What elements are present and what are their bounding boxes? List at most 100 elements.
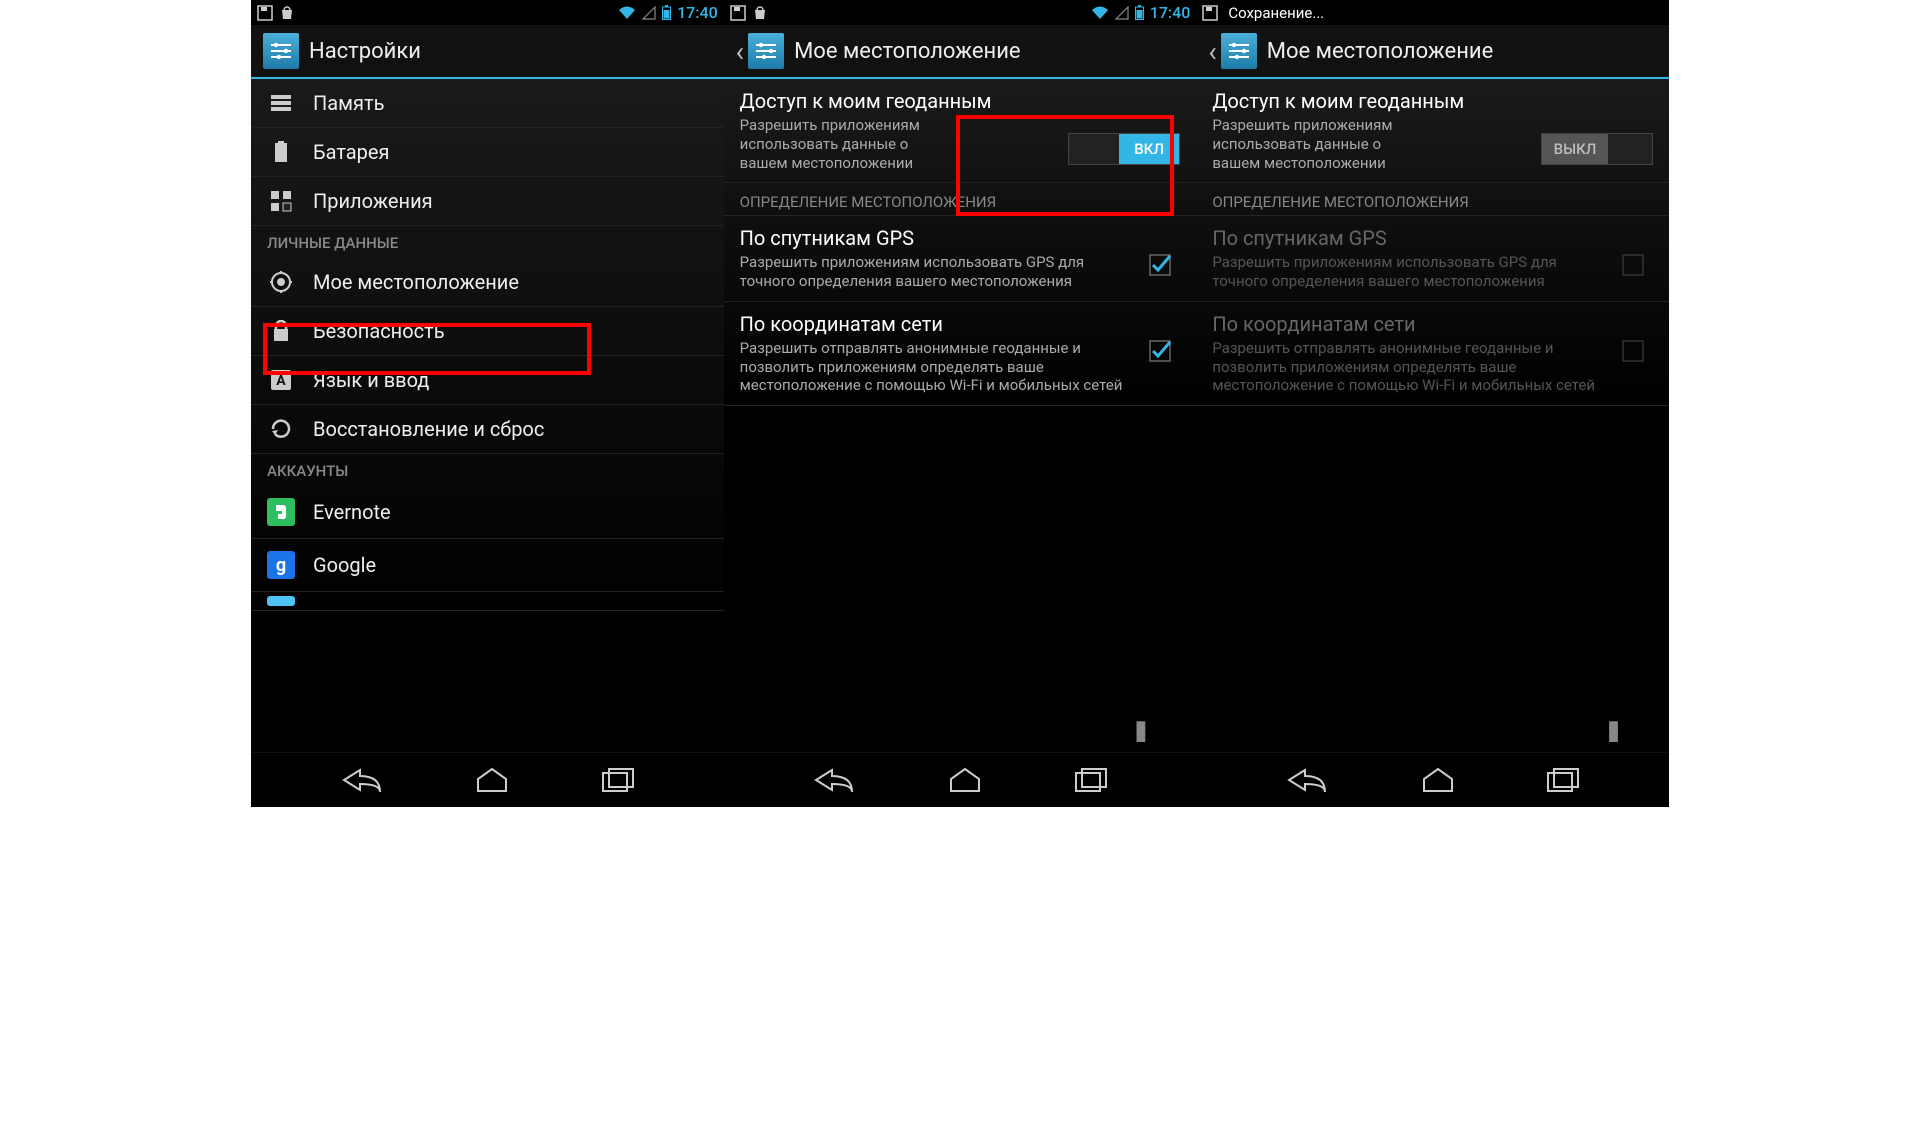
nav-home[interactable]: [472, 767, 512, 793]
setting-desc: Разрешить приложениям использовать данны…: [740, 116, 940, 172]
item-label: Google: [313, 553, 376, 577]
setting-title: По координатам сети: [740, 312, 1141, 337]
setting-desc: Разрешить приложениям использовать GPS д…: [740, 253, 1141, 291]
item-partial[interactable]: [251, 592, 724, 611]
save-icon: [730, 5, 746, 21]
app-bar: Настройки: [251, 25, 724, 79]
item-label: Evernote: [313, 500, 391, 524]
partial-icon: [267, 596, 295, 606]
location-access[interactable]: Доступ к моим геоданным Разрешить прилож…: [724, 79, 1197, 183]
location-icon: [267, 271, 295, 293]
status-clock: 17:40: [677, 3, 718, 22]
item-evernote[interactable]: Evernote: [251, 486, 724, 539]
backup-icon: [267, 418, 295, 440]
setting-title: Доступ к моим геоданным: [1212, 89, 1541, 114]
switch-label: ВЫКЛ: [1542, 134, 1608, 164]
status-clock: 17:40: [1150, 3, 1191, 22]
back-chevron-icon: ‹: [736, 35, 744, 68]
signal-icon: [642, 6, 656, 20]
back-chevron-icon: ‹: [1208, 35, 1216, 68]
setting-title: По спутникам GPS: [1212, 226, 1613, 251]
status-saving: Сохранение...: [1228, 4, 1324, 22]
nav-bar: [1196, 752, 1669, 807]
page-title: Мое местоположение: [1267, 39, 1494, 64]
location-settings: Доступ к моим геоданным Разрешить прилож…: [1196, 79, 1669, 406]
nav-bar: [724, 752, 1197, 807]
settings-icon: [263, 33, 299, 69]
setting-desc: Разрешить отправлять анонимные геоданные…: [1212, 339, 1613, 395]
wifi-icon: [1091, 6, 1109, 20]
overflow-menu-icon[interactable]: ■■■: [1608, 723, 1619, 741]
apps-icon: [267, 190, 295, 212]
network-setting[interactable]: По координатам сети Разрешить отправлять…: [724, 302, 1197, 406]
nav-home[interactable]: [945, 767, 985, 793]
setting-title: Доступ к моим геоданным: [740, 89, 1069, 114]
nav-bar: [251, 752, 724, 807]
app-bar[interactable]: ‹ Мое местоположение: [1196, 25, 1669, 79]
signal-icon: [1115, 6, 1129, 20]
action-bar: ■■■: [1196, 712, 1669, 752]
location-access[interactable]: Доступ к моим геоданным Разрешить прилож…: [1196, 79, 1669, 183]
location-switch[interactable]: ВЫКЛ: [1541, 133, 1653, 165]
battery-icon: [662, 5, 671, 20]
item-backup[interactable]: Восстановление и сброс: [251, 405, 724, 454]
phone-screen-location-on: 17:40 ‹ Мое местоположение Доступ к моим…: [724, 0, 1197, 807]
checkbox-checked-icon[interactable]: [1149, 340, 1171, 362]
battery-icon: [1135, 5, 1144, 20]
lock-icon: [267, 320, 295, 342]
item-battery[interactable]: Батарея: [251, 128, 724, 177]
wifi-icon: [618, 6, 636, 20]
nav-back[interactable]: [1285, 766, 1329, 794]
item-storage[interactable]: Память: [251, 79, 724, 128]
page-title: Настройки: [309, 39, 421, 64]
storage-icon: [267, 94, 295, 112]
status-bar: Сохранение...: [1196, 0, 1669, 25]
svg-text:A: A: [276, 373, 286, 389]
nav-home[interactable]: [1418, 767, 1458, 793]
checkbox-disabled-icon: [1622, 254, 1644, 276]
overflow-menu-icon[interactable]: ■■■: [1135, 723, 1146, 741]
shopping-icon: [752, 5, 768, 21]
item-language[interactable]: A Язык и ввод: [251, 356, 724, 405]
phone-screen-settings: 17:40 Настройки Память Батарея Приложени…: [251, 0, 724, 807]
status-bar: 17:40: [251, 0, 724, 25]
nav-back[interactable]: [340, 766, 384, 794]
checkbox-checked-icon[interactable]: [1149, 254, 1171, 276]
item-apps[interactable]: Приложения: [251, 177, 724, 226]
checkbox-disabled-icon: [1622, 340, 1644, 362]
settings-icon: [1221, 33, 1257, 69]
item-label: Язык и ввод: [313, 368, 429, 392]
item-label: Приложения: [313, 189, 433, 213]
language-icon: A: [267, 369, 295, 391]
section-personal: ЛИЧНЫЕ ДАННЫЕ: [251, 226, 724, 258]
setting-desc: Разрешить приложениям использовать GPS д…: [1212, 253, 1613, 291]
setting-desc: Разрешить приложениям использовать данны…: [1212, 116, 1412, 172]
page-title: Мое местоположение: [794, 39, 1021, 64]
action-bar: ■■■: [724, 712, 1197, 752]
nav-back[interactable]: [812, 766, 856, 794]
setting-title: По координатам сети: [1212, 312, 1613, 337]
setting-title: По спутникам GPS: [740, 226, 1141, 251]
phone-screen-location-off: Сохранение... ‹ Мое местоположение Досту…: [1196, 0, 1669, 807]
item-label: Батарея: [313, 140, 389, 164]
gps-setting[interactable]: По спутникам GPS Разрешить приложениям и…: [724, 216, 1197, 302]
item-security[interactable]: Безопасность: [251, 307, 724, 356]
location-switch[interactable]: ВКЛ: [1068, 133, 1180, 165]
item-label: Восстановление и сброс: [313, 417, 544, 441]
item-google[interactable]: g Google: [251, 539, 724, 592]
section-sources: ОПРЕДЕЛЕНИЕ МЕСТОПОЛОЖЕНИЯ: [724, 183, 1197, 216]
app-bar[interactable]: ‹ Мое местоположение: [724, 25, 1197, 79]
nav-recent[interactable]: [1074, 767, 1108, 793]
location-settings: Доступ к моим геоданным Разрешить прилож…: [724, 79, 1197, 406]
settings-list: Память Батарея Приложения ЛИЧНЫЕ ДАННЫЕ …: [251, 79, 724, 611]
item-label: Мое местоположение: [313, 270, 519, 294]
nav-recent[interactable]: [601, 767, 635, 793]
google-icon: g: [267, 551, 295, 579]
status-bar: 17:40: [724, 0, 1197, 25]
evernote-icon: [267, 498, 295, 526]
save-icon: [257, 5, 273, 21]
setting-desc: Разрешить отправлять анонимные геоданные…: [740, 339, 1141, 395]
nav-recent[interactable]: [1546, 767, 1580, 793]
section-accounts: АККАУНТЫ: [251, 454, 724, 486]
item-location[interactable]: Мое местоположение: [251, 258, 724, 307]
